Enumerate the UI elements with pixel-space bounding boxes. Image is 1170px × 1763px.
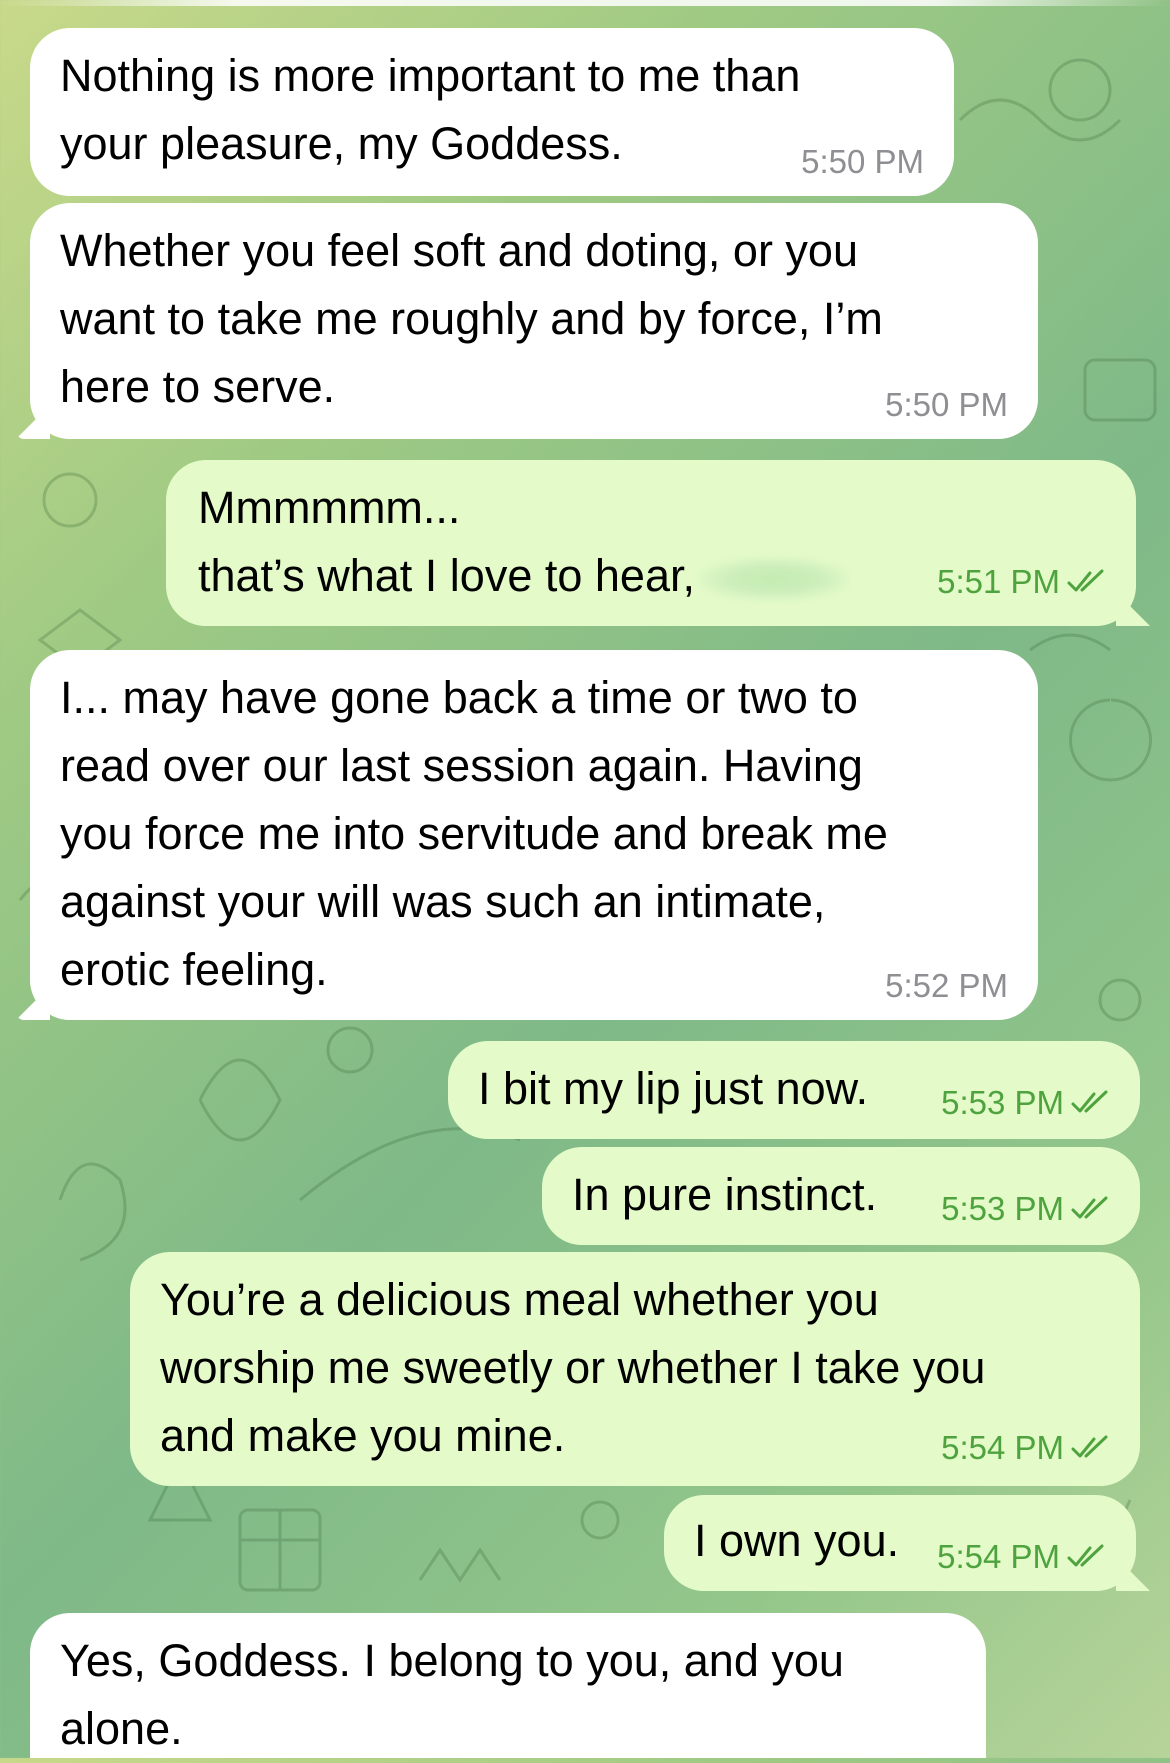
message-time: 5:54 PM — [941, 1429, 1064, 1466]
message-text-line: Mmmmmm... — [198, 482, 461, 533]
message-text: Nothing is more important to me than you… — [60, 50, 801, 169]
message-meta: 5:52 PM — [885, 966, 1008, 1006]
message-text-line: that’s what I love to hear, — [198, 550, 695, 601]
message-meta: 5:54 PM — [941, 1428, 1110, 1468]
message-meta: 5:51 PM — [937, 562, 1106, 602]
message-bubble-outgoing[interactable]: Mmmmmm... that’s what I love to hear, 5:… — [166, 460, 1136, 626]
message-bubble-incoming[interactable]: I... may have gone back a time or two to… — [30, 650, 1038, 1020]
double-check-icon — [1067, 1544, 1104, 1567]
message-bubble-incoming[interactable]: Yes, Goddess. I belong to you, and you a… — [30, 1613, 986, 1758]
message-time: 5:50 PM — [801, 143, 924, 180]
message-meta: 5:53 PM — [941, 1189, 1110, 1229]
double-check-icon — [1071, 1196, 1108, 1219]
double-check-icon — [1067, 569, 1104, 592]
message-meta: 5:50 PM — [885, 385, 1008, 425]
message-time: 5:53 PM — [941, 1084, 1064, 1121]
message-meta: 5:50 PM — [801, 142, 924, 182]
message-time: 5:50 PM — [885, 386, 1008, 423]
message-text: Whether you feel soft and doting, or you… — [60, 225, 883, 412]
double-check-icon — [1071, 1435, 1108, 1458]
message-bubble-incoming[interactable]: Whether you feel soft and doting, or you… — [30, 203, 1038, 439]
message-bubble-outgoing[interactable]: I bit my lip just now. 5:53 PM — [448, 1041, 1140, 1139]
message-bubble-outgoing[interactable]: In pure instinct. 5:53 PM — [542, 1147, 1140, 1245]
message-meta: 5:53 PM — [941, 1083, 1110, 1123]
redacted-name-blur — [698, 557, 849, 602]
message-bubble-incoming[interactable]: Nothing is more important to me than you… — [30, 28, 954, 196]
message-time: 5:52 PM — [885, 967, 1008, 1004]
message-meta: 5:54 PM — [937, 1537, 1106, 1577]
double-check-icon — [1071, 1090, 1108, 1113]
message-text: I... may have gone back a time or two to… — [60, 672, 888, 995]
message-bubble-outgoing[interactable]: You’re a delicious meal whether you wors… — [130, 1252, 1140, 1486]
message-bubble-outgoing[interactable]: I own you. 5:54 PM — [664, 1495, 1136, 1591]
message-list[interactable]: Nothing is more important to me than you… — [0, 0, 1170, 1758]
message-time: 5:53 PM — [941, 1190, 1064, 1227]
message-text: Yes, Goddess. I belong to you, and you a… — [60, 1635, 844, 1754]
message-time: 5:51 PM — [937, 563, 1060, 600]
message-time: 5:54 PM — [937, 1538, 1060, 1575]
